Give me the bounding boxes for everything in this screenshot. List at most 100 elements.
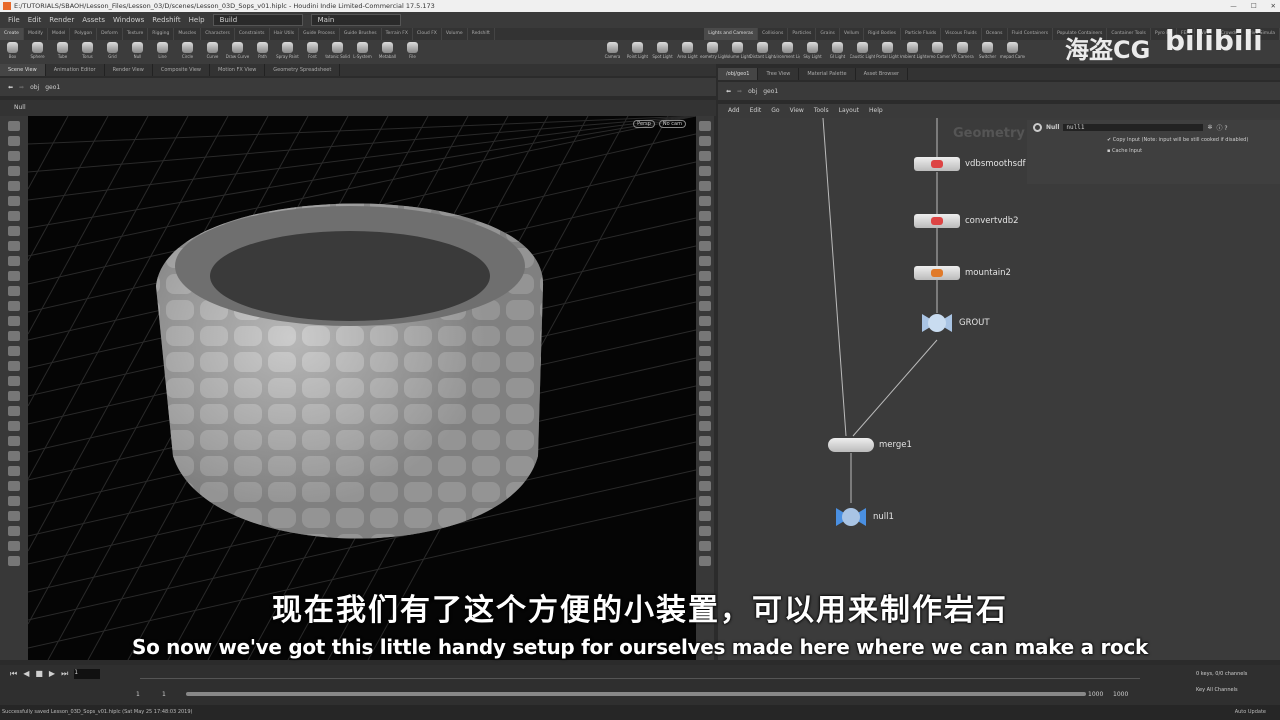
path-obj[interactable]: obj [748,88,757,95]
tool-button[interactable] [699,136,711,146]
shelf-tool[interactable]: Circle [175,40,200,64]
forward-arrow-icon[interactable]: ➡ [19,84,24,91]
range-start[interactable]: 1 [136,691,140,698]
maximize-button[interactable]: ☐ [1251,0,1257,12]
tool-button[interactable] [8,151,20,161]
shelf-tool[interactable]: Tube [50,40,75,64]
shelf-tab[interactable]: Create [0,28,24,40]
shelf-tab[interactable]: Cloud FX [413,28,442,40]
shelf-tab[interactable]: Terrain FX [382,28,413,40]
pane-tab[interactable]: Asset Browser [856,68,909,80]
pane-tab[interactable]: Tree View [758,68,800,80]
tool-button[interactable] [699,121,711,131]
tool-button[interactable] [699,271,711,281]
scene-viewport[interactable]: Persp No cam [28,116,696,660]
tool-button[interactable] [699,316,711,326]
context-select[interactable]: Main [310,14,401,26]
tool-button[interactable] [699,376,711,386]
shelf-tool[interactable]: Volume Light [725,40,750,64]
tool-button[interactable] [699,346,711,356]
pane-tab[interactable]: Render View [105,64,153,76]
close-button[interactable]: ✕ [1271,0,1276,12]
shelf-tab[interactable]: Polygon [70,28,98,40]
tool-button[interactable] [699,226,711,236]
pane-tab[interactable]: Geometry Spreadsheet [265,64,341,76]
shelf-tab[interactable]: Guide Process [299,28,340,40]
shelf-tool[interactable]: Spray Paint [275,40,300,64]
tool-button[interactable] [8,136,20,146]
tool-button[interactable] [8,451,20,461]
shelf-tab[interactable]: Texture [123,28,149,40]
path-geo1[interactable]: geo1 [45,84,60,91]
tool-button[interactable] [699,421,711,431]
shelf-tab[interactable]: Rigging [148,28,175,40]
pane-tab[interactable]: Material Palette [799,68,856,80]
shelf-tool[interactable]: Torus [75,40,100,64]
menu-redshift[interactable]: Redshift [152,16,180,24]
network-menu-item[interactable]: View [790,104,804,118]
tool-button[interactable] [699,286,711,296]
shelf-tab[interactable]: Vellum [840,28,865,40]
path-geo1[interactable]: geo1 [763,88,778,95]
tool-button[interactable] [699,256,711,266]
forward-arrow-icon[interactable]: ➡ [737,88,742,95]
tool-button[interactable] [699,151,711,161]
shelf-tab[interactable]: Fluid Containers [1008,28,1054,40]
cache-input-checkbox[interactable]: ▪ Cache Input [1107,146,1280,157]
path-obj[interactable]: obj [30,84,39,91]
network-menu-item[interactable]: Go [771,104,779,118]
shelf-tab[interactable]: Oceans [982,28,1008,40]
shelf-tool[interactable]: Spot Light [650,40,675,64]
tool-button[interactable] [8,166,20,176]
menu-render[interactable]: Render [49,16,74,24]
tool-button[interactable] [699,526,711,536]
tool-button[interactable] [8,211,20,221]
shelf-tool[interactable]: Sky Light [800,40,825,64]
node-name-field[interactable]: null1 [1063,124,1204,131]
shelf-tool[interactable]: Caustic Light [850,40,875,64]
shelf-tab[interactable]: Particles [788,28,817,40]
tool-button[interactable] [8,481,20,491]
current-frame-field[interactable]: 1 [74,669,101,679]
shelf-tool[interactable]: Path [250,40,275,64]
tool-button[interactable] [8,361,20,371]
pane-tab[interactable]: Animation Editor [46,64,105,76]
shelf-tool[interactable]: Distant Light [750,40,775,64]
shelf-tab[interactable]: Rigid Bodies [864,28,901,40]
tool-button[interactable] [8,286,20,296]
tool-button[interactable] [8,541,20,551]
shelf-tool[interactable]: Platonic Solids [325,40,350,64]
pane-tab[interactable]: Motion FX View [210,64,266,76]
pane-tab[interactable]: Scene View [0,64,46,76]
tool-button[interactable] [8,511,20,521]
tool-button[interactable] [8,421,20,431]
tool-button[interactable] [699,181,711,191]
shelf-tool[interactable]: Metaball [375,40,400,64]
shelf-tool[interactable]: GI Light [825,40,850,64]
frame-ruler[interactable] [140,671,1140,679]
network-menu-item[interactable]: Add [728,104,740,118]
tool-button[interactable] [8,121,20,131]
pane-tab[interactable]: Composite View [153,64,210,76]
menu-assets[interactable]: Assets [82,16,105,24]
back-arrow-icon[interactable]: ⬅ [8,84,13,91]
play-button[interactable]: ▶ [49,669,55,679]
shelf-tool[interactable]: Point Light [625,40,650,64]
tool-button[interactable] [699,541,711,551]
shelf-tab[interactable]: Constraints [235,28,270,40]
auto-update-button[interactable]: Auto Update [1235,705,1266,720]
shelf-tool[interactable]: VR Camera [950,40,975,64]
tool-button[interactable] [699,556,711,566]
tool-button[interactable] [8,526,20,536]
tool-button[interactable] [699,466,711,476]
tool-button[interactable] [699,196,711,206]
shelf-tool[interactable]: Switcher [975,40,1000,64]
shelf-tool[interactable]: Camera [600,40,625,64]
tool-button[interactable] [699,481,711,491]
node-mountain2[interactable]: mountain2 [914,266,1011,280]
pane-tab[interactable]: /obj/geo1 [718,68,759,80]
menu-help[interactable]: Help [189,16,205,24]
tool-button[interactable] [8,406,20,416]
tool-button[interactable] [699,361,711,371]
tool-button[interactable] [699,166,711,176]
